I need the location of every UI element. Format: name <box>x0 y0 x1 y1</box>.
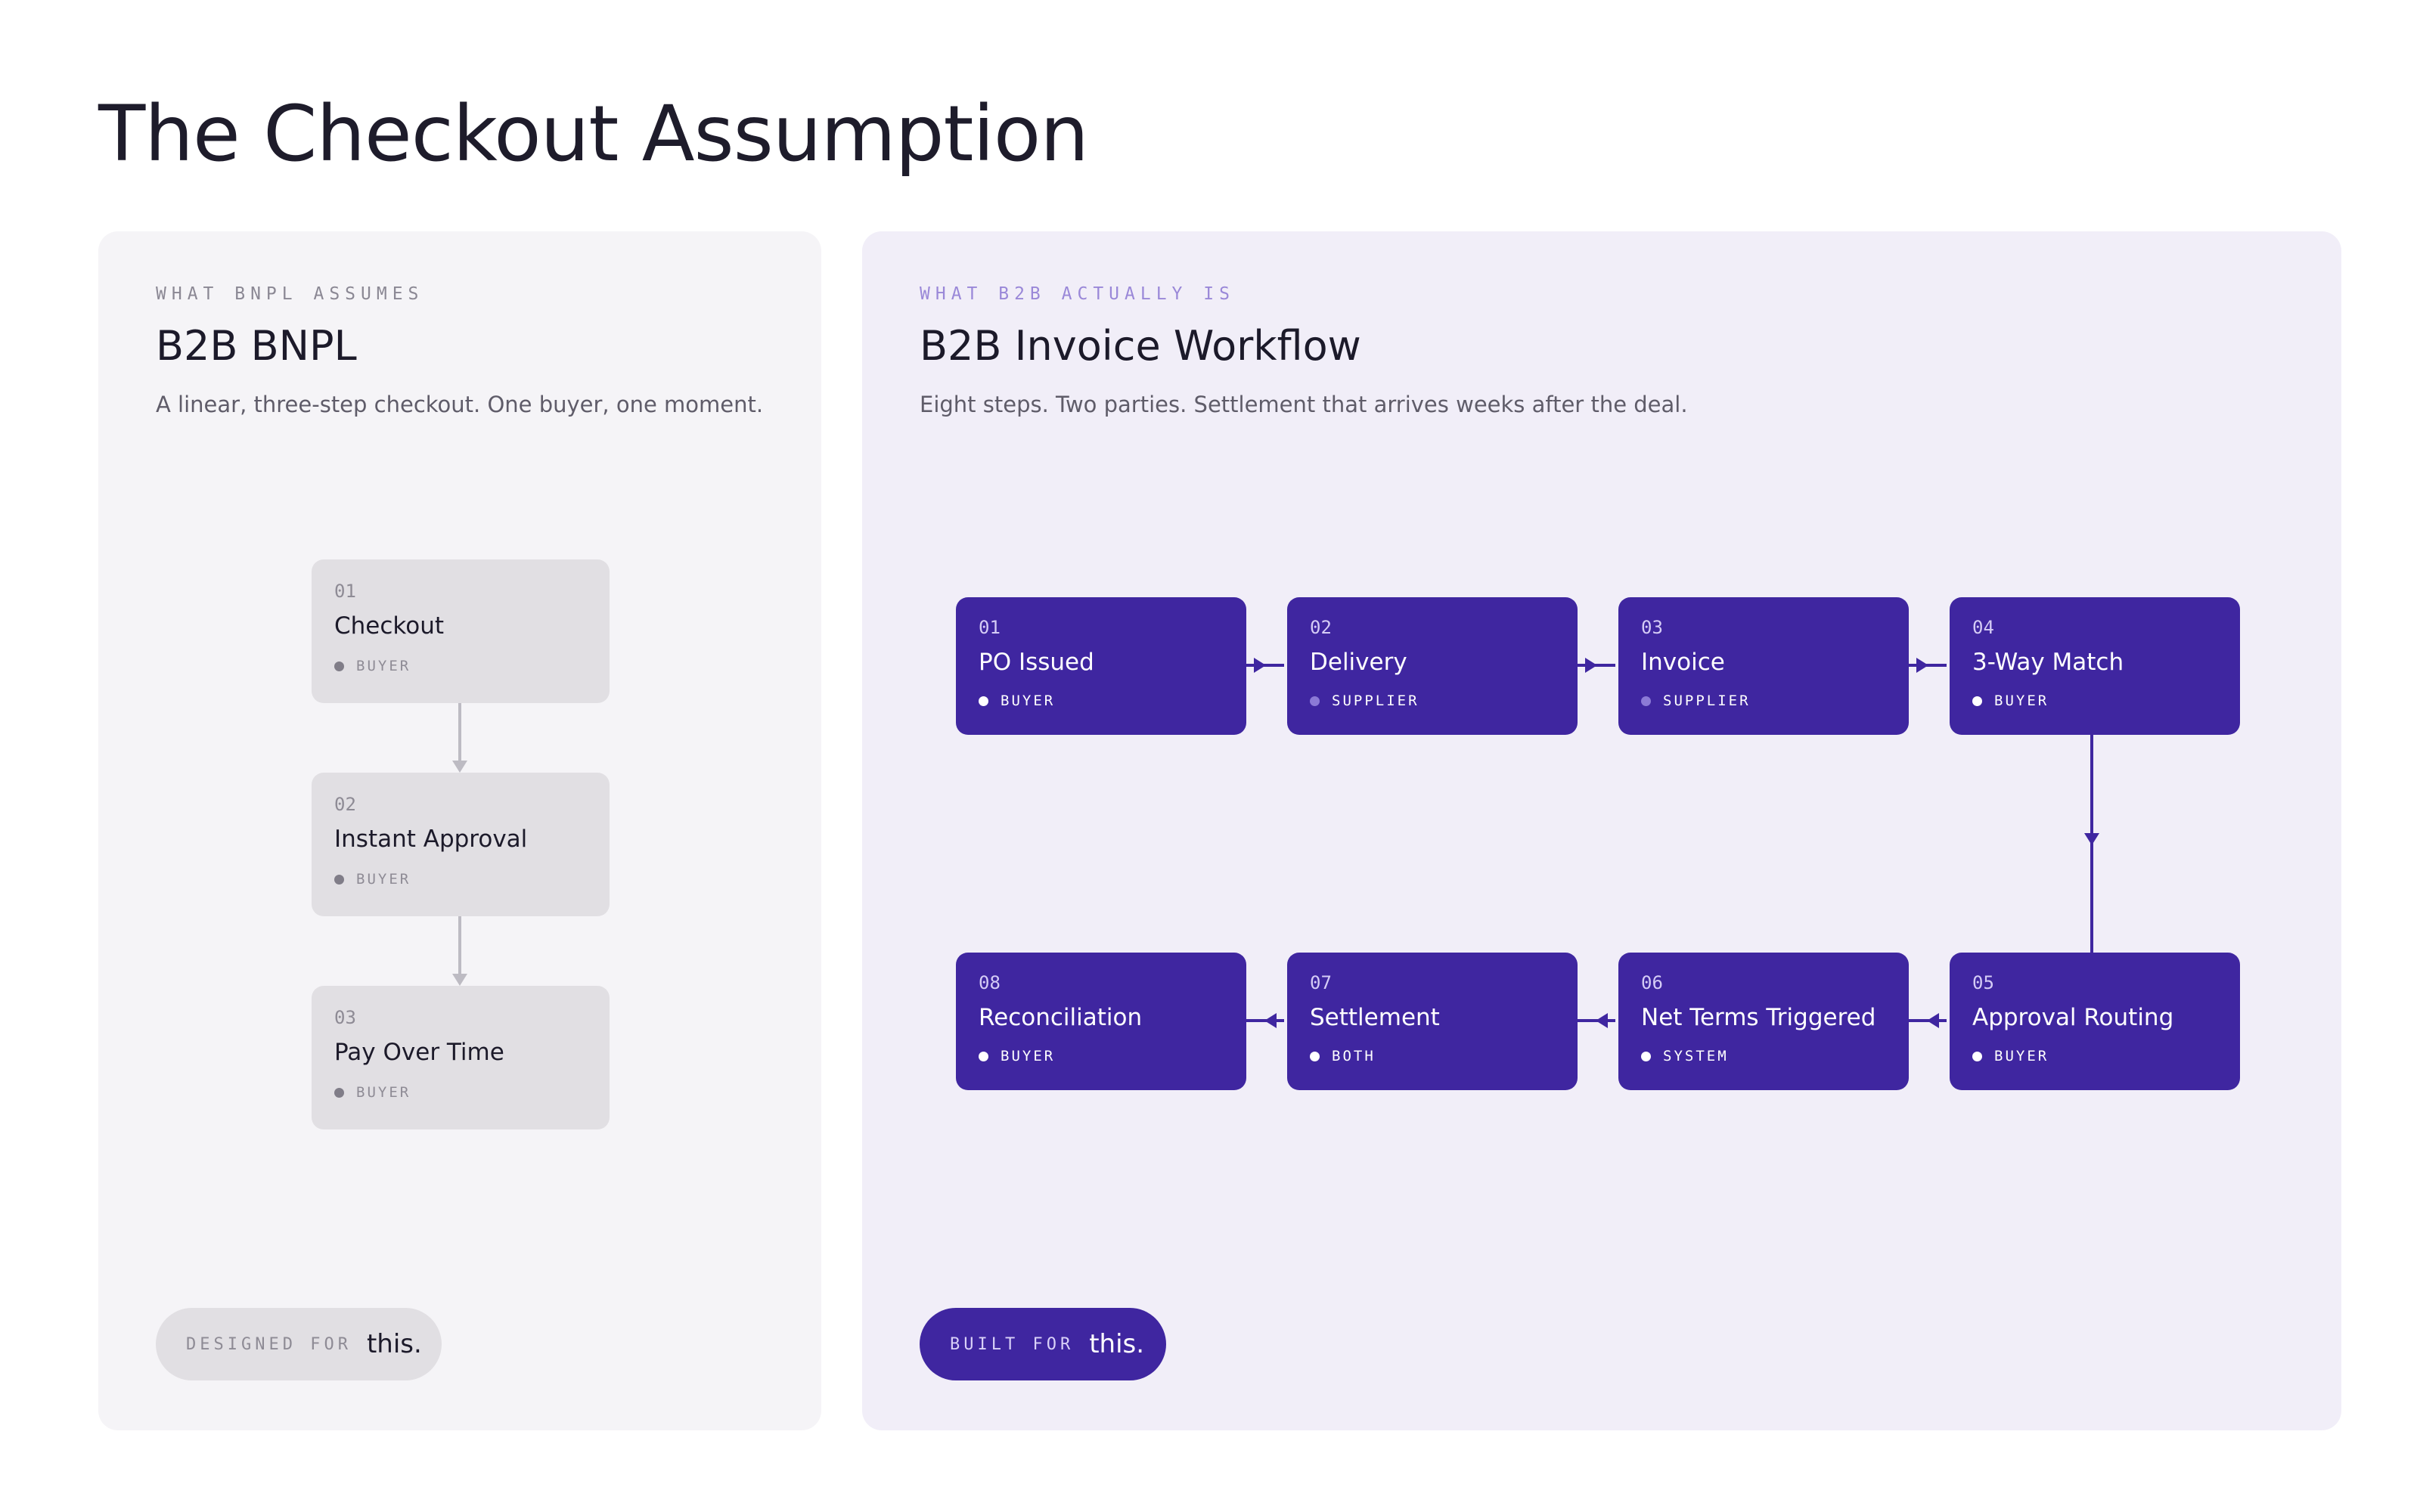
step-role: BUYER <box>334 658 411 674</box>
step-title: Settlement <box>1310 1004 1440 1031</box>
badge-label: DESIGNED FOR <box>186 1334 352 1354</box>
workflow-step-invoice: 03 Invoice SUPPLIER <box>1618 597 1909 735</box>
workflow-step-3-way-match: 04 3-Way Match BUYER <box>1950 597 2240 735</box>
step-role: BUYER <box>334 1084 411 1101</box>
step-number: 02 <box>1310 617 1332 638</box>
arrowhead-icon <box>1927 1013 1939 1028</box>
badge-label: BUILT FOR <box>950 1334 1075 1354</box>
step-title: Approval Routing <box>1972 1004 2174 1031</box>
step-number: 01 <box>979 617 1001 638</box>
step-number: 05 <box>1972 972 1994 993</box>
workflow-step-delivery: 02 Delivery SUPPLIER <box>1287 597 1578 735</box>
built-for-badge: BUILT FOR this. <box>920 1308 1166 1380</box>
arrowhead-icon <box>1916 658 1928 673</box>
badge-emphasis: this. <box>366 1329 422 1359</box>
role-dot-icon <box>1972 1051 1982 1061</box>
bnpl-panel: WHAT BNPL ASSUMES B2B BNPL A linear, thr… <box>98 231 821 1430</box>
role-dot-icon <box>979 696 988 706</box>
step-title: Pay Over Time <box>334 1039 504 1066</box>
step-number: 01 <box>334 581 356 602</box>
step-role: BUYER <box>979 692 1055 709</box>
step-number: 07 <box>1310 972 1332 993</box>
step-title: Net Terms Triggered <box>1641 1004 1876 1031</box>
step-title: Checkout <box>334 612 445 640</box>
step-number: 08 <box>979 972 1001 993</box>
page-title: The Checkout Assumption <box>98 89 1089 179</box>
workflow-step-approval-routing: 05 Approval Routing BUYER <box>1950 953 2240 1090</box>
step-role: BUYER <box>979 1048 1055 1064</box>
step-role: BUYER <box>1972 1048 2049 1064</box>
arrowhead-icon <box>2084 833 2099 845</box>
workflow-step-settlement: 07 Settlement BOTH <box>1287 953 1578 1090</box>
designed-for-badge: DESIGNED FOR this. <box>156 1308 442 1380</box>
workflow-connectors <box>1246 658 2099 1028</box>
step-number: 02 <box>334 794 356 815</box>
step-title: 3-Way Match <box>1972 649 2124 676</box>
step-number: 03 <box>1641 617 1663 638</box>
step-title: Invoice <box>1641 649 1725 676</box>
arrowhead-icon <box>1264 1013 1277 1028</box>
role-dot-icon <box>1972 696 1982 706</box>
step-role: SYSTEM <box>1641 1048 1729 1064</box>
step-role: SUPPLIER <box>1641 692 1751 709</box>
workflow-step-po-issued: 01 PO Issued BUYER <box>956 597 1246 735</box>
arrowhead-icon <box>452 761 467 773</box>
role-dot-icon <box>334 1087 344 1098</box>
step-number: 04 <box>1972 617 1994 638</box>
bnpl-step-instant-approval: 02 Instant Approval BUYER <box>312 773 610 916</box>
workflow-step-net-terms-triggered: 06 Net Terms Triggered SYSTEM <box>1618 953 1909 1090</box>
role-dot-icon <box>979 1051 988 1061</box>
bnpl-step-pay-over-time: 03 Pay Over Time BUYER <box>312 986 610 1129</box>
step-number: 03 <box>334 1007 356 1028</box>
bnpl-step-checkout: 01 Checkout BUYER <box>312 559 610 703</box>
arrowhead-icon <box>1585 658 1597 673</box>
step-title: Instant Approval <box>334 826 528 853</box>
step-role: BOTH <box>1310 1048 1376 1064</box>
step-title: PO Issued <box>979 649 1094 676</box>
arrowhead-icon <box>452 974 467 986</box>
step-role: BUYER <box>334 871 411 888</box>
step-number: 06 <box>1641 972 1663 993</box>
b2b-workflow-panel: WHAT B2B ACTUALLY IS B2B Invoice Workflo… <box>862 231 2341 1430</box>
step-role: BUYER <box>1972 692 2049 709</box>
role-dot-icon <box>1310 1051 1320 1061</box>
step-role: SUPPLIER <box>1310 692 1419 709</box>
role-dot-icon <box>1641 1051 1651 1061</box>
step-title: Delivery <box>1310 649 1407 676</box>
role-dot-icon <box>334 661 344 671</box>
step-title: Reconciliation <box>979 1004 1143 1031</box>
role-dot-icon <box>334 874 344 885</box>
arrowhead-icon <box>1596 1013 1608 1028</box>
workflow-step-reconciliation: 08 Reconciliation BUYER <box>956 953 1246 1090</box>
arrowhead-icon <box>1254 658 1266 673</box>
badge-emphasis: this. <box>1089 1329 1145 1359</box>
role-dot-icon <box>1310 696 1320 706</box>
role-dot-icon <box>1641 696 1651 706</box>
